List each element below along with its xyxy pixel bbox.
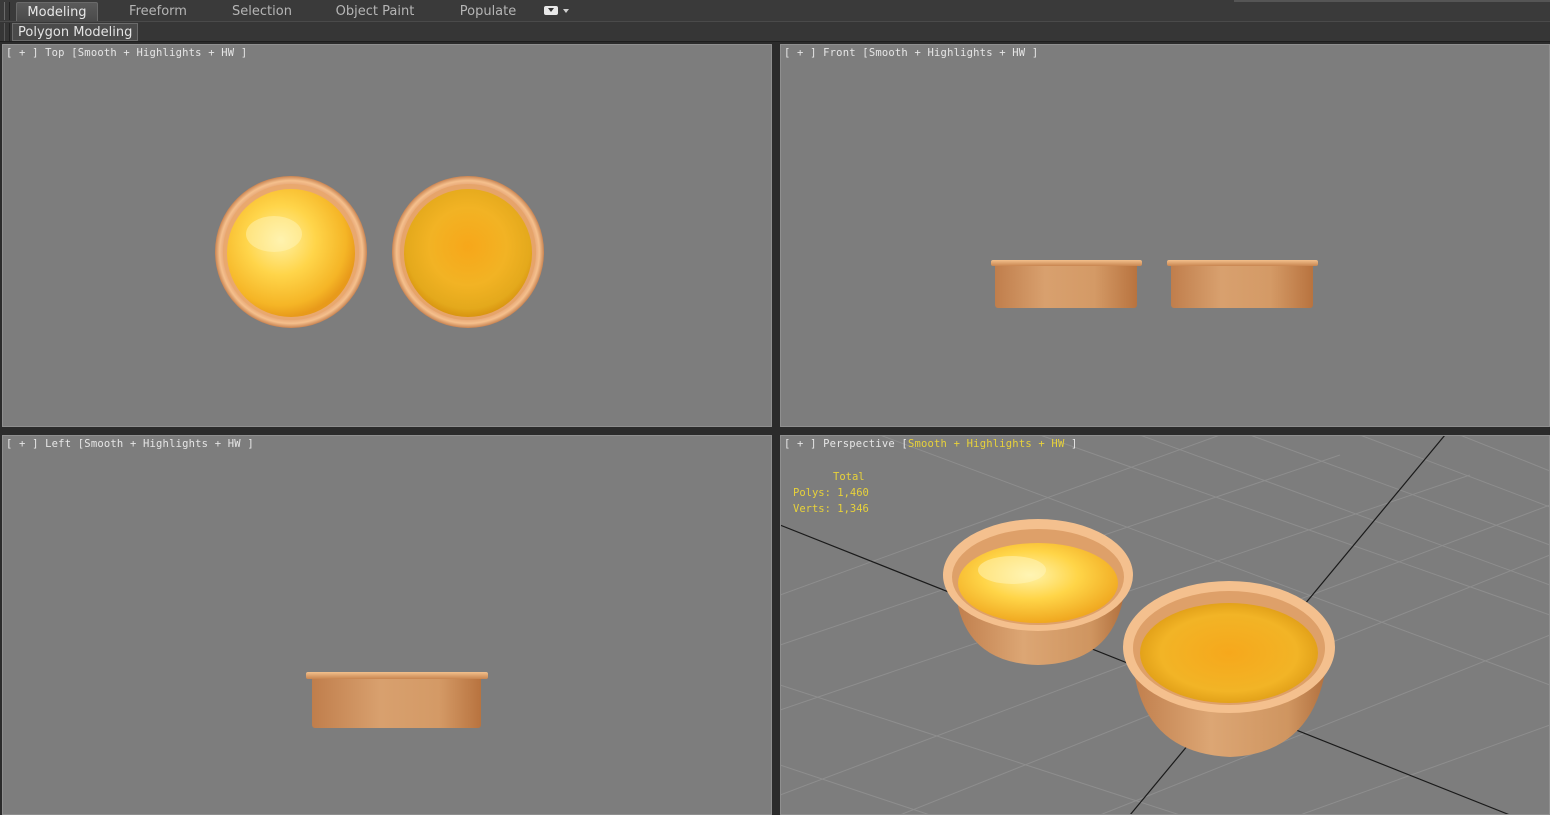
polygon-modeling-button[interactable]: Polygon Modeling (12, 23, 139, 41)
stats-verts: Verts: 1,346 (793, 503, 869, 515)
viewport-top[interactable]: [ + ] Top [Smooth + Highlights + HW ] (2, 44, 772, 427)
ribbon-tab-bar: Modeling Freeform Selection Object Paint… (0, 0, 1550, 22)
baked-tart-top (392, 176, 544, 328)
top-view-scene (215, 176, 544, 328)
viewport-view-name[interactable]: Left (45, 438, 71, 450)
viewport-shading-mode[interactable]: Smooth + Highlights + HW (84, 438, 241, 450)
viewport-front[interactable]: [ + ] Front [Smooth + Highlights + HW ] (780, 44, 1550, 427)
viewport-label-left[interactable]: [ + ] Left [Smooth + Highlights + HW ] (6, 438, 254, 450)
stats-polys: Polys: 1,460 (793, 487, 869, 499)
ribbon-panel: Polygon Modeling (0, 22, 1550, 42)
viewport-label-close: ] (1031, 47, 1039, 59)
scene-statistics: Total Polys: 1,460 Verts: 1,346 (793, 469, 869, 517)
viewport-label-close: ] (1071, 438, 1078, 450)
viewport-view-name[interactable]: Perspective (823, 438, 895, 450)
chevron-down-icon (563, 9, 569, 13)
viewport-view-name[interactable]: Front (823, 47, 856, 59)
tart-left-view (306, 672, 488, 728)
tab-selection[interactable]: Selection (222, 2, 302, 21)
viewport-label-top[interactable]: [ + ] Top [Smooth + Highlights + HW ] (6, 47, 247, 59)
left-view-scene (306, 672, 488, 728)
viewport-label-front[interactable]: [ + ] Front [Smooth + Highlights + HW ] (784, 47, 1038, 59)
ribbon-grip[interactable] (4, 2, 10, 20)
front-view-scene (991, 260, 1318, 308)
stats-title: Total (833, 471, 865, 483)
viewport-label-perspective[interactable]: [ + ] Perspective [Smooth + Highlights +… (784, 438, 1078, 450)
tart-front-left (991, 260, 1142, 308)
viewport-shading-mode[interactable]: Smooth + Highlights + HW (78, 47, 235, 59)
viewport-left[interactable]: [ + ] Left [Smooth + Highlights + HW ] (2, 435, 772, 815)
viewport-menu-plus[interactable]: [ + ] (6, 47, 39, 59)
viewport-menu-plus[interactable]: [ + ] (6, 438, 39, 450)
ribbon-divider (1234, 0, 1550, 2)
panel-grip[interactable] (4, 23, 10, 41)
viewport-label-close: ] (247, 438, 254, 450)
viewport-shading-mode[interactable]: Smooth + Highlights + HW (869, 47, 1026, 59)
viewport-view-name[interactable]: Top (45, 47, 65, 59)
viewport-shading-mode[interactable]: Smooth + Highlights + HW (908, 438, 1065, 450)
tart-front-right (1167, 260, 1318, 308)
viewport-label-close: ] (240, 47, 248, 59)
ribbon-options-dropdown[interactable] (544, 5, 572, 17)
ribbon-toggle-icon (544, 6, 558, 15)
tab-freeform[interactable]: Freeform (118, 2, 198, 21)
glossy-tart-perspective (943, 519, 1133, 665)
viewport-perspective[interactable]: [ + ] Perspective [Smooth + Highlights +… (780, 435, 1550, 815)
baked-tart-perspective (1123, 581, 1335, 757)
tab-modeling[interactable]: Modeling (16, 2, 98, 21)
perspective-scene (780, 435, 1550, 815)
viewport-menu-plus[interactable]: [ + ] (784, 438, 817, 450)
tab-populate[interactable]: Populate (450, 2, 526, 21)
tab-object-paint[interactable]: Object Paint (330, 2, 420, 21)
glossy-tart-top (215, 176, 367, 328)
viewport-menu-plus[interactable]: [ + ] (784, 47, 817, 59)
